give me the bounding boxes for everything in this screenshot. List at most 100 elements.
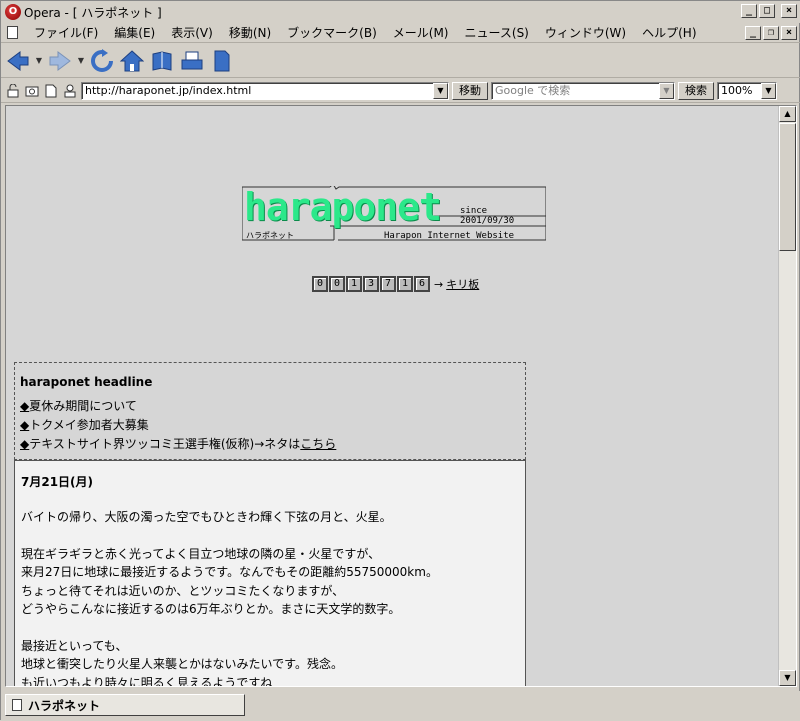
kochira-link[interactable]: こちら <box>300 437 336 451</box>
scroll-thumb[interactable] <box>779 123 796 251</box>
counter-digit: 0 <box>329 276 345 292</box>
diary-entry: 7月21日(月) バイトの帰り、大阪の濁った空でもひときわ輝く下弦の月と、火星。… <box>14 460 526 686</box>
doc-close-button[interactable]: × <box>781 26 797 40</box>
address-bar: http://haraponet.jp/index.html ▼ 移動 Goog… <box>1 79 800 103</box>
menu-window[interactable]: ウィンドウ(W) <box>537 24 634 41</box>
counter-digit: 1 <box>397 276 413 292</box>
diary-line: 最接近といっても、 <box>21 638 128 653</box>
print-icon <box>181 51 203 69</box>
counter-digit: 3 <box>363 276 379 292</box>
logo-wordmark: haraponet <box>244 185 442 229</box>
headline-item-text: トクメイ参加者大募集 <box>29 418 149 432</box>
user-icon[interactable] <box>62 83 78 99</box>
lock-icon[interactable] <box>5 83 21 99</box>
document-icon[interactable] <box>7 26 18 39</box>
back-button[interactable] <box>5 48 31 74</box>
forward-history-dropdown[interactable]: ▼ <box>77 56 85 65</box>
new-page-icon <box>214 50 230 71</box>
new-page-button[interactable] <box>209 48 235 74</box>
diary-line: バイトの帰り、大阪の濁った空でもひときわ輝く下弦の月と、火星。 <box>21 510 392 524</box>
menu-bar: ファイル(F) 編集(E) 表示(V) 移動(N) ブックマーク(B) メール(… <box>1 23 800 43</box>
menu-file[interactable]: ファイル(F) <box>26 24 106 41</box>
back-history-dropdown[interactable]: ▼ <box>35 56 43 65</box>
headline-item: ◆トクメイ参加者大募集 <box>20 416 520 435</box>
headline-bullet-link[interactable]: ◆ <box>20 399 29 413</box>
zoom-field[interactable]: 100% ▼ <box>717 81 777 100</box>
headline-box: haraponet headline ◆夏休み期間について ◆トクメイ参加者大募… <box>14 362 526 460</box>
diary-line: 地球と衝突したり火星人来襲とかはないみたいです。残念。 <box>21 657 343 671</box>
logo-since-date: since 2001/09/30 <box>460 206 515 226</box>
maximize-button[interactable]: □ <box>759 4 775 18</box>
tab-label: ハラポネット <box>28 698 101 713</box>
search-placeholder: Google で検索 <box>495 83 571 97</box>
headline-title: haraponet headline <box>20 375 153 389</box>
forward-arrow-icon <box>49 50 71 71</box>
print-button[interactable] <box>179 48 205 74</box>
logo-subtitle: Harapon Internet Website <box>384 231 515 241</box>
close-button[interactable]: × <box>781 4 797 18</box>
access-counter: 0 0 1 3 7 1 6 → キリ板 <box>312 276 479 292</box>
menu-bookmarks[interactable]: ブックマーク(B) <box>279 24 385 41</box>
kiriban-link[interactable]: キリ板 <box>446 276 479 292</box>
search-field[interactable]: Google で検索 ▼ <box>491 81 675 100</box>
hotlist-button[interactable] <box>149 48 175 74</box>
search-engine-dropdown[interactable]: ▼ <box>659 82 674 99</box>
headline-bullet-link[interactable]: ◆ <box>20 418 29 432</box>
browser-window: O Opera - [ ハラポネット ] _ □ × ファイル(F) 編集(E)… <box>0 0 800 721</box>
diary-date: 7月21日(月) <box>21 475 94 489</box>
diary-line: も近いつもより時々に明るく見えるようですね <box>21 675 273 687</box>
reload-button[interactable] <box>89 48 115 74</box>
zoom-dropdown[interactable]: ▼ <box>761 82 776 99</box>
toolbar: ▼ ▼ <box>1 44 800 78</box>
web-page[interactable]: haraponet since 2001/09/30 ハラポネット Harapo… <box>6 106 778 686</box>
window-title: Opera - [ ハラポネット ] <box>24 5 162 20</box>
scroll-down-arrow[interactable]: ▼ <box>779 670 796 686</box>
home-icon <box>120 49 144 71</box>
scroll-up-arrow[interactable]: ▲ <box>779 106 796 122</box>
vertical-scrollbar[interactable]: ▲ ▼ <box>778 106 796 686</box>
counter-digit: 0 <box>312 276 328 292</box>
back-arrow-icon <box>7 50 29 71</box>
title-bar: O Opera - [ ハラポネット ] _ □ × <box>1 1 800 23</box>
counter-digit: 7 <box>380 276 396 292</box>
content-frame: haraponet since 2001/09/30 ハラポネット Harapo… <box>5 105 797 687</box>
home-button[interactable] <box>119 48 145 74</box>
opera-logo-icon: O <box>5 4 21 20</box>
doc-minimize-button[interactable]: _ <box>745 26 761 40</box>
diary-line: 現在ギラギラと赤く光ってよく目立つ地球の隣の星・火星ですが、 <box>21 546 381 561</box>
url-text: http://haraponet.jp/index.html <box>85 83 252 97</box>
camera-icon[interactable] <box>24 83 40 99</box>
status-bar: ハラポネット <box>1 691 800 721</box>
menu-view[interactable]: 表示(V) <box>163 24 221 41</box>
headline-item-text: テキストサイト界ツッコミ王選手権(仮称)→ネタは <box>29 437 301 451</box>
headline-item: ◆テキストサイト界ツッコミ王選手権(仮称)→ネタはこちら <box>20 435 520 454</box>
headline-item-text: 夏休み期間について <box>29 399 137 413</box>
url-field[interactable]: http://haraponet.jp/index.html ▼ <box>81 81 449 100</box>
minimize-button[interactable]: _ <box>741 4 757 18</box>
reload-icon <box>91 48 113 72</box>
page-icon[interactable] <box>43 83 59 99</box>
logo-kana: ハラポネット <box>246 231 294 240</box>
diary-line: どうやらこんなに接近するのは6万年ぶりとか。まさに天文学的数字。 <box>21 602 401 616</box>
go-button[interactable]: 移動 <box>452 81 488 100</box>
headline-bullet-link[interactable]: ◆ <box>20 437 29 451</box>
forward-button[interactable] <box>47 48 73 74</box>
tab-page-icon <box>12 699 22 711</box>
doc-restore-button[interactable]: ❐ <box>763 26 779 40</box>
counter-digit: 6 <box>414 276 430 292</box>
zoom-value: 100% <box>721 83 753 97</box>
counter-digit: 1 <box>346 276 362 292</box>
menu-news[interactable]: ニュース(S) <box>456 24 536 41</box>
site-logo: haraponet since 2001/09/30 ハラポネット Harapo… <box>242 186 546 242</box>
page-tab[interactable]: ハラポネット <box>5 694 245 716</box>
url-dropdown-arrow[interactable]: ▼ <box>433 82 448 99</box>
menu-navigate[interactable]: 移動(N) <box>221 24 279 41</box>
headline-item: ◆夏休み期間について <box>20 397 520 416</box>
menu-mail[interactable]: メール(M) <box>385 24 457 41</box>
menu-help[interactable]: ヘルプ(H) <box>634 24 704 41</box>
menu-edit[interactable]: 編集(E) <box>106 24 163 41</box>
counter-arrow: → <box>434 277 444 291</box>
search-button[interactable]: 検索 <box>678 81 714 100</box>
diary-line: ちょっと待てそれは近いのか、とツッコミたくなりますが、 <box>21 583 345 598</box>
diary-line: 来月27日に地球に最接近するようです。なんでもその距離約55750000km。 <box>21 565 438 579</box>
